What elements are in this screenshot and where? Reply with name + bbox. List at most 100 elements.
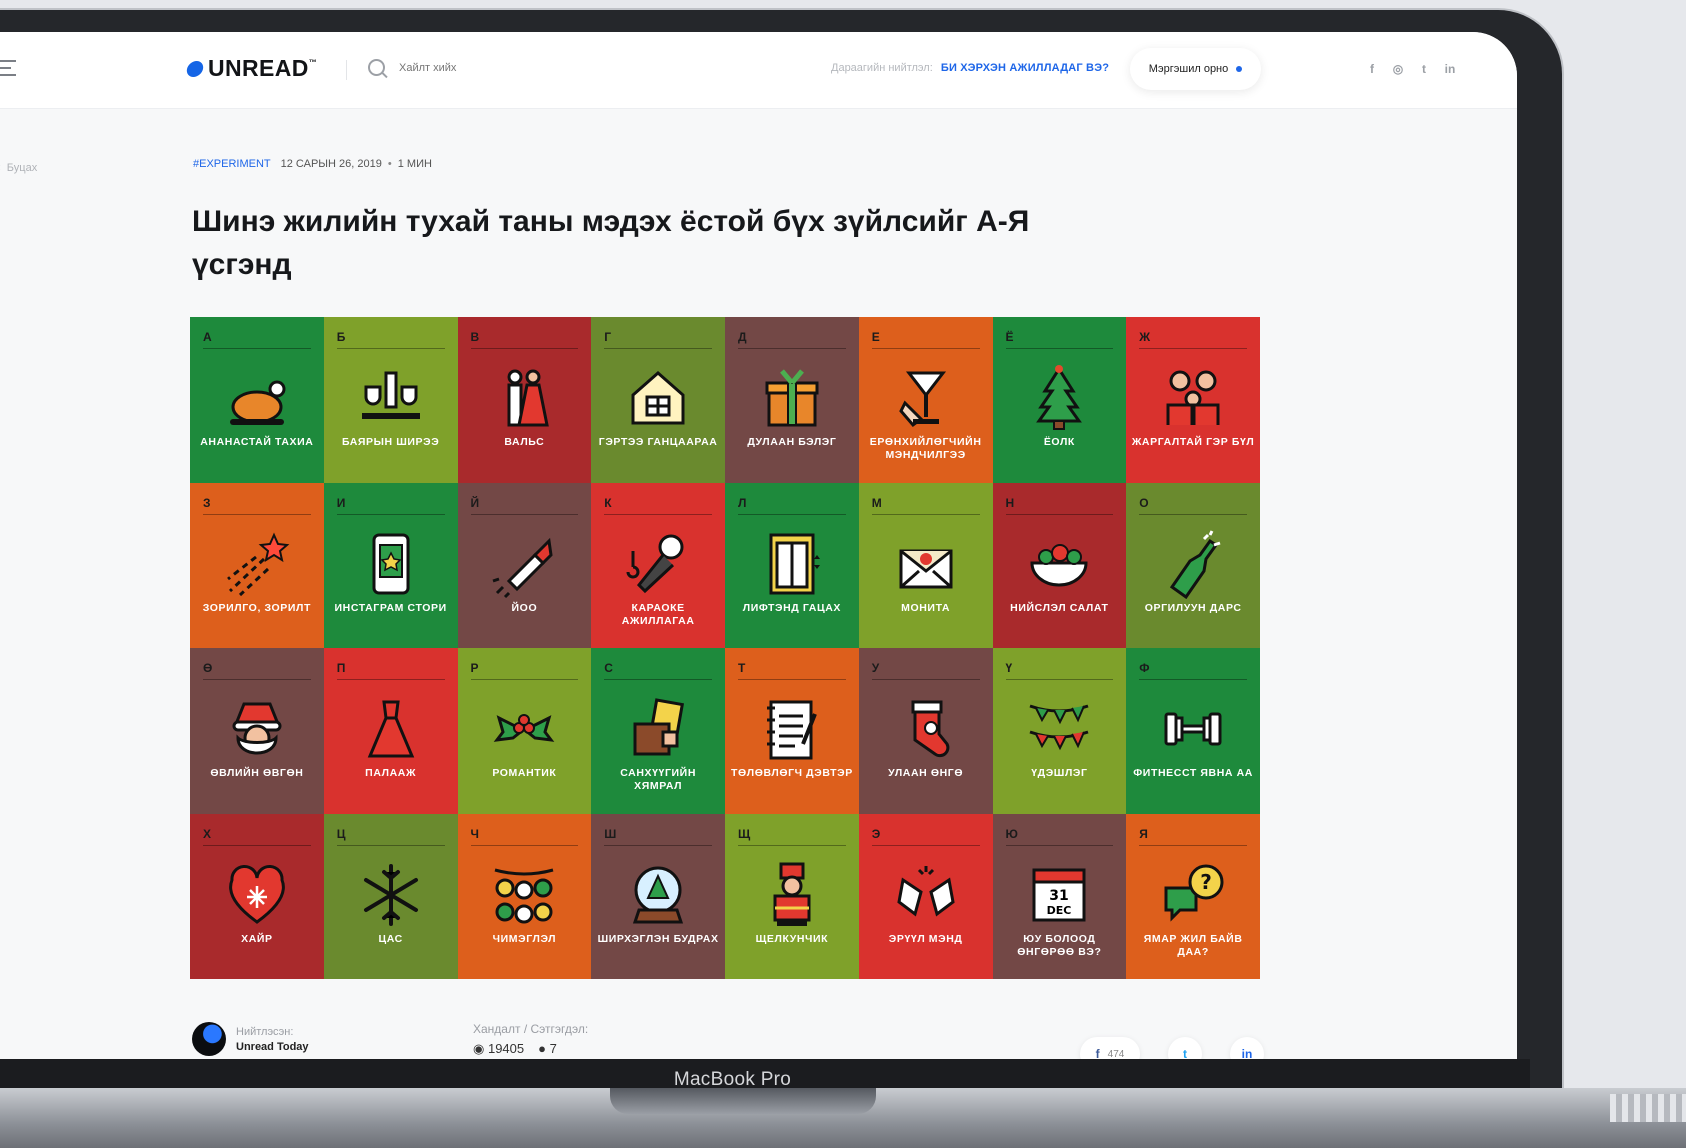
santa-icon <box>222 694 292 764</box>
toast-glass-icon <box>891 363 961 433</box>
linkedin-icon[interactable]: in <box>1444 62 1456 76</box>
dumbbell-icon <box>1158 694 1228 764</box>
grid-cell: Л ЛИФТЭНД ГАЦАХ <box>725 482 859 648</box>
grid-cell: Д ДУЛААН БЭЛЭГ <box>725 317 859 483</box>
cell-rule <box>738 513 846 515</box>
cell-rule <box>203 513 311 515</box>
grid-cell: В ВАЛЬС <box>457 317 592 483</box>
calendar-day: 31 <box>1050 888 1069 904</box>
grid-cell: Ю 31 DEC ЮУ БОЛООД ӨНГӨРӨӨ ВЭ? <box>992 813 1127 979</box>
grid-cell: Ч ЧИМЭГЛЭЛ <box>457 813 592 979</box>
grid-cell: З ЗОРИЛГО, ЗОРИЛТ <box>190 482 324 648</box>
cell-rule <box>470 679 579 680</box>
snow-globe-icon <box>623 860 693 930</box>
cell-label: РОМАНТИК <box>492 767 557 779</box>
author-name[interactable]: Unread Today <box>236 1041 309 1053</box>
cell-rule <box>336 513 445 515</box>
logo[interactable]: UNREAD ™ <box>185 55 317 82</box>
cell-rule <box>871 348 980 349</box>
cell-rule <box>1005 679 1114 680</box>
back-label: Буцах <box>6 162 38 174</box>
cell-rule <box>203 844 311 846</box>
cell-letter: А <box>203 330 212 344</box>
cell-letter: Ф <box>1139 661 1150 675</box>
cell-label: ЙОО <box>511 601 538 614</box>
next-post-link[interactable]: БИ ХЭРХЭН АЖИЛЛАДАГ ВЭ? <box>941 62 1109 74</box>
cell-rule <box>871 513 980 515</box>
cell-letter: Ц <box>336 826 346 841</box>
phone-story-icon <box>356 529 426 599</box>
family-icon <box>1158 363 1228 433</box>
gift-icon <box>757 363 827 433</box>
article-date: 12 САРЫН 26, 2019 <box>280 158 382 170</box>
facebook-icon[interactable]: f <box>1366 62 1378 76</box>
cell-label: ЁОЛК <box>1043 436 1075 448</box>
champagne-bottle-icon <box>1158 529 1228 599</box>
share-twitter-button[interactable]: t <box>1168 1037 1202 1059</box>
calendar-month: DEC <box>1047 904 1072 917</box>
cell-letter: Т <box>738 661 746 675</box>
planner-notebook-icon <box>757 694 827 764</box>
cell-label: ҮДЭШЛЭГ <box>1031 767 1088 779</box>
cell-label: ЛИФТЭНД ГАЦАХ <box>742 601 842 614</box>
ornaments-icon <box>489 860 559 930</box>
cell-letter: Н <box>1005 495 1015 510</box>
christmas-tree-icon <box>1024 363 1094 433</box>
share-linkedin-button[interactable]: in <box>1230 1037 1264 1059</box>
cell-rule <box>470 513 579 515</box>
grid-cell: Ц ЦАС <box>323 813 458 979</box>
comments-value: 7 <box>549 1041 557 1056</box>
cell-label: ЧИМЭГЛЭЛ <box>492 932 557 945</box>
cell-rule <box>336 679 445 680</box>
cell-label: ДУЛААН БЭЛЭГ <box>747 436 837 448</box>
cell-letter: Ш <box>604 826 617 841</box>
cell-label: БАЯРЫН ШИРЭЭ <box>341 436 440 448</box>
article-title: Шинэ жилийн тухай таны мэдэх ёстой бүх з… <box>192 205 1030 281</box>
grid-cell: Ө ӨВЛИЙН ӨВГӨН <box>190 648 324 814</box>
cell-label: ӨВЛИЙН ӨВГӨН <box>210 767 304 779</box>
cell-rule <box>470 844 579 846</box>
cell-rule <box>1139 348 1247 349</box>
share-facebook-button[interactable]: f 474 <box>1080 1037 1140 1059</box>
grid-cell: Б БАЯРЫН ШИРЭЭ <box>323 317 458 483</box>
envelope-icon <box>891 529 961 599</box>
cell-letter: Й <box>470 495 480 510</box>
dress-icon <box>356 694 426 764</box>
menu-icon[interactable] <box>0 60 16 81</box>
cell-letter: Ө <box>203 661 213 675</box>
grid-cell: С САНХҮҮГИЙН ХЯМРАЛ <box>591 648 725 814</box>
back-link[interactable]: ‹ Буцах <box>0 162 37 174</box>
grid-cell: Х ХАЙР <box>190 813 324 979</box>
cell-label: ЗОРИЛГО, ЗОРИЛТ <box>202 601 312 614</box>
search-input[interactable] <box>397 60 531 75</box>
grid-cell: Р РОМАНТИК <box>457 648 592 814</box>
laptop-base <box>0 1088 1686 1148</box>
author[interactable]: Нийтлэсэн: Unread Today <box>192 1022 309 1056</box>
clinking-hands-icon <box>891 860 961 930</box>
top-bar: UNREAD ™ Дараагийн нийтлэл: БИ ХЭРХЭН АЖ… <box>0 32 1517 109</box>
cell-label: ГЭРТЭЭ ГАНЦААРАА <box>598 436 718 448</box>
cell-letter: Э <box>871 826 881 841</box>
cell-rule <box>336 844 445 846</box>
twitter-icon[interactable]: t <box>1418 62 1430 76</box>
cell-letter: Ү <box>1005 661 1013 675</box>
cell-label: ФИТНЕССТ ЯВНА АА <box>1133 767 1253 779</box>
login-button[interactable]: Мэргэшил орно <box>1130 48 1261 90</box>
cell-letter: В <box>470 330 480 344</box>
cell-letter: С <box>604 661 613 675</box>
cell-letter: К <box>604 495 612 510</box>
stocking-icon <box>891 694 961 764</box>
logo-trademark: ™ <box>308 58 317 67</box>
waltz-couple-icon <box>489 363 559 433</box>
search-icon[interactable] <box>368 59 385 76</box>
instagram-icon[interactable]: ◎ <box>1392 62 1404 76</box>
cell-rule <box>604 513 712 515</box>
grid-cell: Э ЭРҮҮЛ МЭНД <box>858 813 993 979</box>
cell-rule <box>1005 348 1114 349</box>
alphabet-illustration: А АНАНАСТАЙ ТАХИА Б БАЯРЫН ШИРЭЭ В ВАЛЬС Г ГЭРТ… <box>190 317 1260 979</box>
cell-letter: З <box>203 495 211 510</box>
cell-rule <box>336 348 445 349</box>
cell-label: ЦАС <box>378 932 403 945</box>
article-tag[interactable]: #EXPERIMENT <box>193 158 271 170</box>
cell-rule <box>738 679 846 680</box>
